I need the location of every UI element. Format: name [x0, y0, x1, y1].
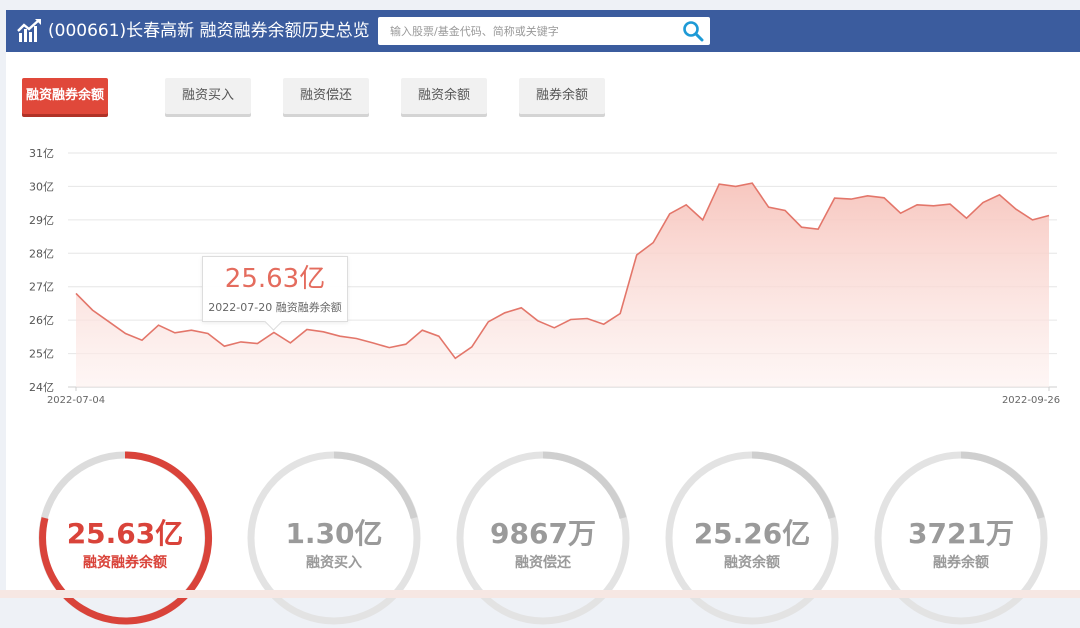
y-tick-label: 25亿 [29, 348, 54, 361]
balance-area-chart: 24亿 25亿 26亿 27亿 28亿 29亿 30亿 31亿 2022-07-04 2022… [29, 147, 1060, 406]
ring-value: 3721万 [908, 517, 1014, 550]
ring-financing-buy[interactable]: 1.30亿 融资买入 [244, 448, 424, 628]
search-icon[interactable] [682, 20, 704, 42]
search-input[interactable] [378, 17, 680, 45]
header-bar: (000661)长春高新 融资融券余额历史总览 [6, 10, 1080, 52]
ring-label: 融券余额 [933, 555, 989, 571]
ring-financing-balance[interactable]: 25.26亿 融资余额 [662, 448, 842, 628]
tooltip-date: 2022-07-20 [208, 301, 273, 314]
ring-label: 融资偿还 [515, 555, 571, 571]
y-tick-label: 29亿 [29, 214, 54, 227]
y-tick-label: 27亿 [29, 281, 54, 294]
y-tick-label: 26亿 [29, 314, 54, 327]
ring-value: 9867万 [490, 517, 596, 550]
tab-financing-balance[interactable]: 融资余额 [401, 78, 487, 114]
search-box [378, 17, 710, 45]
ring-label: 融资融券余额 [83, 555, 167, 571]
ring-label: 融资买入 [306, 555, 362, 571]
x-tick-start: 2022-07-04 [47, 395, 105, 406]
chart-logo-icon [17, 19, 41, 42]
tab-short-balance[interactable]: 融券余额 [519, 78, 605, 114]
y-tick-label: 28亿 [29, 247, 54, 260]
tooltip-value: 25.63亿 [224, 264, 326, 294]
chart-tooltip: 25.63亿 2022-07-20 融资融券余额 [202, 256, 348, 331]
ring-label: 融资余额 [724, 555, 780, 571]
y-tick-label: 24亿 [29, 381, 54, 394]
ring-value: 25.26亿 [693, 517, 811, 550]
y-tick-label: 31亿 [29, 147, 54, 160]
main-panel: 融资融券余额 融资买入 融资偿还 融资余额 融券余额 24亿 25亿 26亿 27亿 2… [6, 52, 1080, 625]
page-title: (000661)长春高新 融资融券余额历史总览 [48, 21, 370, 41]
ring-short-balance[interactable]: 3721万 融券余额 [871, 448, 1051, 628]
x-axis: 2022-07-04 2022-09-26 [47, 387, 1060, 406]
summary-rings: 25.63亿 融资融券余额 1.30亿 融资买入 9867万 融资偿还 25.2… [6, 448, 1080, 625]
tooltip-caption: 2022-07-20 融资融券余额 [203, 299, 347, 315]
ring-value: 25.63亿 [66, 517, 184, 550]
ring-margin-total[interactable]: 25.63亿 融资融券余额 [35, 448, 215, 628]
bottom-strip [0, 590, 1080, 598]
ring-value: 1.30亿 [285, 517, 383, 550]
x-tick-end: 2022-09-26 [1002, 395, 1060, 406]
y-axis-ticks: 24亿 25亿 26亿 27亿 28亿 29亿 30亿 31亿 [29, 147, 54, 394]
tab-margin-total[interactable]: 融资融券余额 [22, 78, 108, 114]
tab-financing-repay[interactable]: 融资偿还 [283, 78, 369, 114]
ring-financing-repay[interactable]: 9867万 融资偿还 [453, 448, 633, 628]
tab-financing-buy[interactable]: 融资买入 [165, 78, 251, 114]
y-tick-label: 30亿 [29, 180, 54, 193]
tooltip-series: 融资融券余额 [275, 301, 342, 314]
